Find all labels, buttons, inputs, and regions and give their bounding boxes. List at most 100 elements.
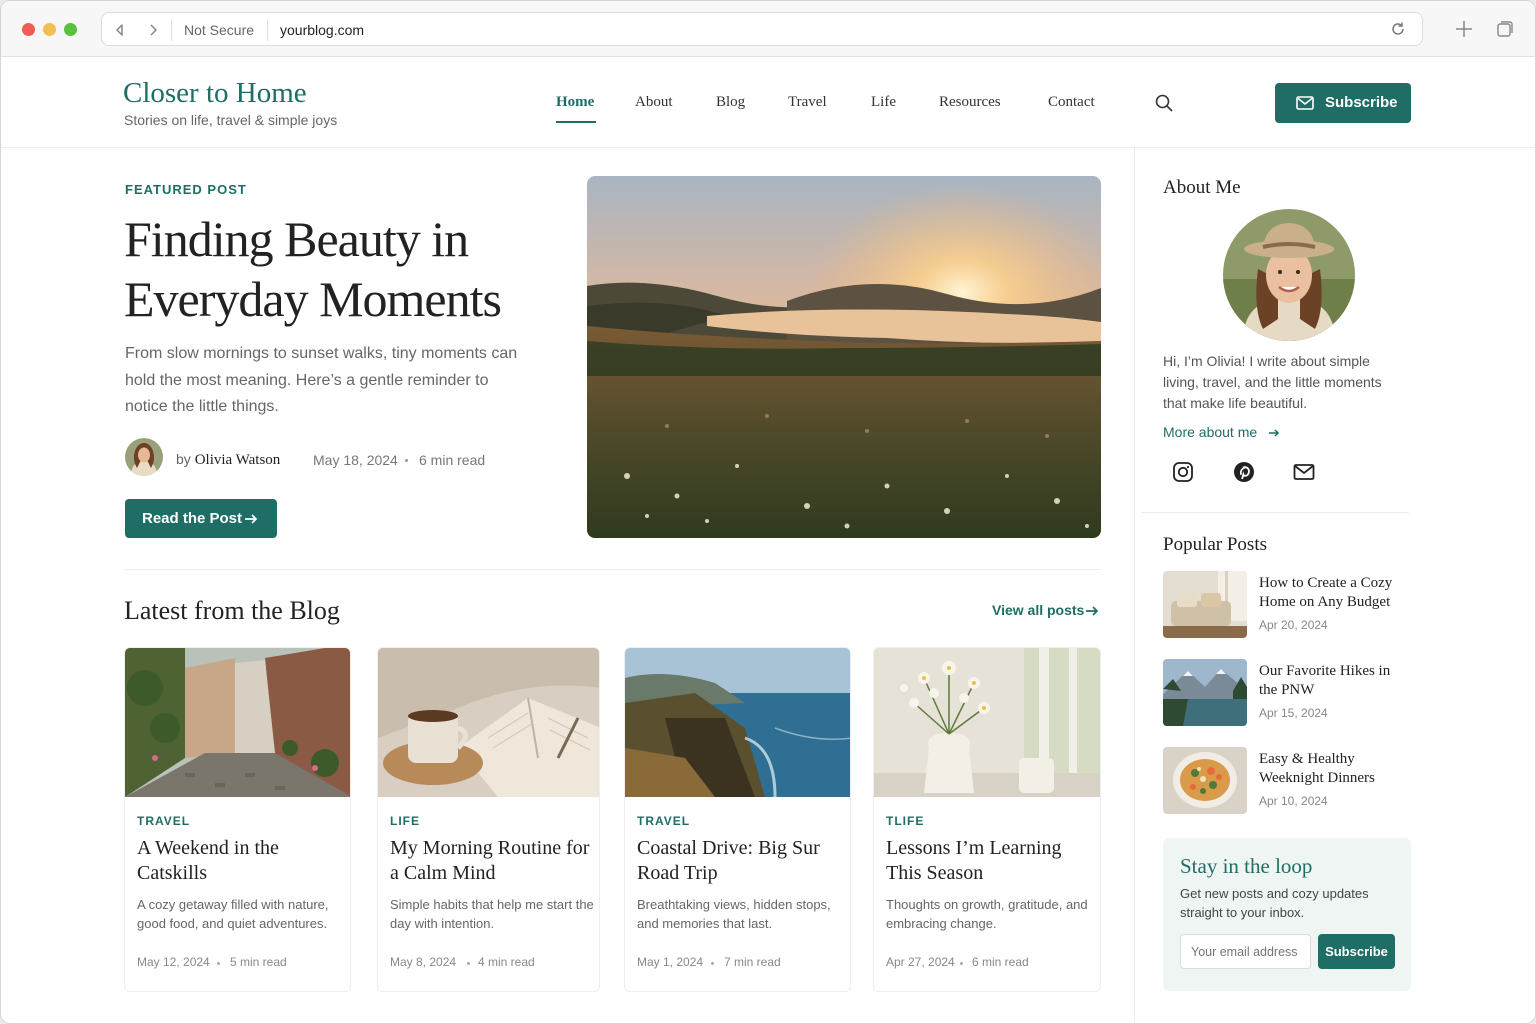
newsletter-heading: Stay in the loop [1180, 854, 1313, 878]
arrow-right-icon [1269, 429, 1280, 437]
subscribe-button[interactable]: Subscribe [1275, 83, 1411, 123]
post-card[interactable]: TRAVEL Coastal Drive: Big Sur Road Trip … [624, 647, 851, 992]
post-category[interactable]: TRAVEL [137, 814, 190, 828]
address-bar[interactable]: Not Secure yourblog.com [101, 12, 1423, 46]
nav-about[interactable]: About [635, 94, 673, 111]
nav-home[interactable]: Home [556, 94, 594, 111]
post-title[interactable]: My Morning Routine for a Calm Mind [390, 836, 590, 885]
featured-read-time: 6 min read [419, 452, 486, 468]
meta-separator [405, 459, 408, 462]
meta-separator [711, 962, 714, 965]
email-field[interactable] [1180, 934, 1311, 969]
popular-post[interactable]: How to Create a Cozy Home on Any Budget … [1163, 571, 1413, 639]
new-tab-icon[interactable] [1453, 18, 1475, 40]
arrow-right-icon [245, 514, 258, 524]
author-avatar [125, 438, 163, 476]
post-title[interactable]: A Weekend in the Catskills [137, 836, 337, 885]
sidebar-divider [1134, 148, 1135, 1023]
popular-post[interactable]: Our Favorite Hikes in the PNW Apr 15, 20… [1163, 659, 1413, 727]
post-title[interactable]: Coastal Drive: Big Sur Road Trip [637, 836, 837, 885]
post-image [378, 648, 599, 797]
mail-icon [1296, 96, 1314, 110]
popular-post-title[interactable]: Our Favorite Hikes in the PNW [1259, 662, 1409, 700]
active-nav-underline [556, 121, 596, 123]
nav-resources[interactable]: Resources [939, 94, 1001, 111]
post-card[interactable]: TRAVEL A Weekend in the Catskills A cozy… [124, 647, 351, 992]
pinterest-icon[interactable] [1233, 461, 1255, 483]
post-card[interactable]: TLIFE Lessons I’m Learning This Season T… [873, 647, 1101, 992]
nav-life[interactable]: Life [871, 94, 896, 111]
post-card[interactable]: LIFE My Morning Routine for a Calm Mind … [377, 647, 600, 992]
more-about-label: More about me [1163, 424, 1258, 440]
reload-icon[interactable] [1388, 19, 1408, 39]
newsletter-subscribe-button[interactable]: Subscribe [1318, 934, 1395, 969]
newsletter-box: Stay in the loop Get new posts and cozy … [1163, 838, 1411, 991]
about-text: Hi, I’m Olivia! I write about simple liv… [1163, 353, 1382, 411]
post-image [125, 648, 350, 797]
newsletter-text: Get new posts and cozy updates straight … [1180, 886, 1369, 920]
read-post-button[interactable]: Read the Post [125, 499, 277, 538]
close-window-button[interactable] [22, 23, 35, 36]
browser-toolbar: Not Secure yourblog.com [1, 1, 1535, 57]
meta-separator [467, 962, 470, 965]
forward-icon[interactable] [144, 21, 162, 39]
latest-heading: Latest from the Blog [124, 596, 340, 625]
author-name[interactable]: Olivia Watson [195, 452, 281, 468]
site-header: Closer to Home Stories on life, travel &… [1, 57, 1535, 148]
divider [267, 19, 268, 41]
instagram-icon[interactable] [1172, 461, 1194, 483]
minimize-window-button[interactable] [43, 23, 56, 36]
section-divider [124, 569, 1101, 570]
popular-post-title[interactable]: Easy & Healthy Weeknight Dinners [1259, 750, 1409, 788]
author-byline: by Olivia Watson [176, 451, 280, 469]
post-date: May 1, 2024 [637, 955, 704, 969]
popular-post-image [1163, 747, 1247, 814]
featured-image[interactable] [587, 176, 1101, 538]
post-read-time: 5 min read [230, 955, 287, 969]
nav-blog[interactable]: Blog [716, 94, 745, 111]
post-date: Apr 27, 2024 [886, 955, 955, 969]
post-description: Breathtaking views, hidden stops, and me… [637, 897, 831, 931]
sidebar-divider [1141, 512, 1409, 513]
mail-icon[interactable] [1293, 461, 1315, 483]
popular-post[interactable]: Easy & Healthy Weeknight Dinners Apr 10,… [1163, 747, 1413, 815]
search-icon[interactable] [1154, 93, 1174, 113]
post-category[interactable]: TLIFE [886, 814, 924, 828]
security-label: Not Secure [184, 22, 255, 38]
post-image [874, 648, 1100, 797]
popular-post-date: Apr 20, 2024 [1259, 618, 1328, 632]
subscribe-label: Subscribe [1325, 94, 1398, 111]
view-all-posts-link[interactable]: View all posts [992, 602, 1099, 618]
maximize-window-button[interactable] [64, 23, 77, 36]
meta-separator [960, 962, 963, 965]
popular-post-date: Apr 10, 2024 [1259, 794, 1328, 808]
byline-prefix: by [176, 451, 191, 467]
popular-heading: Popular Posts [1163, 534, 1267, 555]
post-read-time: 4 min read [478, 955, 535, 969]
featured-label: FEATURED POST [125, 182, 247, 197]
author-photo [1223, 209, 1355, 341]
post-category[interactable]: LIFE [390, 814, 420, 828]
more-about-link[interactable]: More about me [1163, 424, 1280, 440]
about-heading: About Me [1163, 177, 1241, 198]
browser-window: Not Secure yourblog.com Closer to Home S… [0, 0, 1536, 1024]
popular-post-date: Apr 15, 2024 [1259, 706, 1328, 720]
url-text[interactable]: yourblog.com [280, 22, 364, 38]
site-logo[interactable]: Closer to Home [123, 77, 307, 110]
post-description: Simple habits that help me start the day… [390, 897, 594, 931]
popular-post-image [1163, 571, 1247, 638]
featured-title[interactable]: Finding Beauty in Everyday Moments [124, 209, 564, 329]
meta-separator [217, 962, 220, 965]
popular-post-title[interactable]: How to Create a Cozy Home on Any Budget [1259, 574, 1409, 612]
tabs-overview-icon[interactable] [1495, 19, 1515, 39]
featured-date: May 18, 2024 [313, 452, 398, 468]
post-image [625, 648, 850, 797]
featured-description: From slow mornings to sunset walks, tiny… [125, 345, 518, 415]
nav-contact[interactable]: Contact [1048, 94, 1095, 111]
arrow-right-icon [1086, 606, 1099, 616]
back-icon[interactable] [111, 21, 129, 39]
post-title[interactable]: Lessons I’m Learning This Season [886, 836, 1086, 885]
site-tagline: Stories on life, travel & simple joys [124, 112, 338, 128]
post-category[interactable]: TRAVEL [637, 814, 690, 828]
nav-travel[interactable]: Travel [788, 94, 827, 111]
